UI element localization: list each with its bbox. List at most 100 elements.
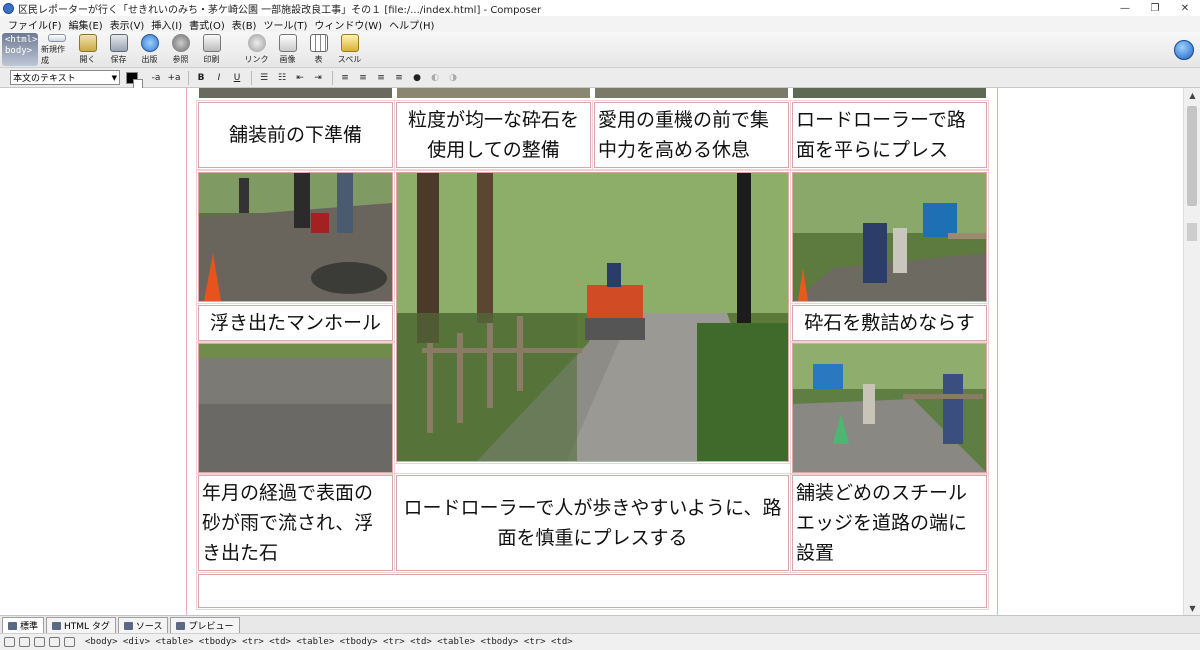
empty-table-row[interactable] <box>196 572 989 610</box>
table-icon <box>309 34 328 52</box>
underline-button[interactable]: U <box>229 71 245 85</box>
html-badge-line2: body> <box>5 46 33 56</box>
tab-html-tags-label: HTML タグ <box>64 622 110 632</box>
save-button-label: 保存 <box>110 55 127 64</box>
new-button[interactable]: 新規作成 <box>41 32 72 66</box>
caption-text: 年月の経過で表面の砂が雨で流され、浮き出た石 <box>202 482 374 564</box>
larger-font-button[interactable]: +a <box>166 71 182 85</box>
indent-button[interactable]: ⇥ <box>310 71 326 85</box>
caption-cell[interactable]: 舗装どめのスチールエッジを道路の端に設置 <box>790 473 989 573</box>
photo-cell[interactable] <box>790 341 989 475</box>
scroll-thumb[interactable] <box>1187 106 1197 206</box>
caption-cell[interactable]: 粒度が均一な砕石を使用しての整備 <box>394 100 593 170</box>
align-justify-button[interactable]: ≡ <box>391 71 407 85</box>
menu-format[interactable]: 書式(O) <box>189 17 225 32</box>
photo-partial-2 <box>397 88 590 98</box>
caption-cell[interactable]: ロードローラーで路面を平らにプレス <box>790 100 989 170</box>
send-backward-icon[interactable]: ◑ <box>445 71 461 85</box>
print-icon <box>202 34 221 52</box>
align-center-button[interactable]: ≡ <box>355 71 371 85</box>
chat-icon[interactable] <box>64 637 75 647</box>
menu-table[interactable]: 表(B) <box>232 17 257 32</box>
tab-normal[interactable]: 標準 <box>2 617 45 633</box>
throbber-globe-icon <box>1174 40 1194 60</box>
image-button-label: 画像 <box>279 55 296 64</box>
align-left-button[interactable]: ≡ <box>337 71 353 85</box>
caption-cell[interactable]: 浮き出たマンホール <box>196 303 395 343</box>
outdent-button[interactable]: ⇤ <box>292 71 308 85</box>
caption-cell[interactable]: 舗装前の下準備 <box>196 100 395 170</box>
caption-cell[interactable]: ロードローラーで人が歩きやすいように、路面を慎重にプレスする <box>394 473 791 573</box>
editor-canvas[interactable]: 舗装前の下準備 粒度が均一な砕石を使用しての整備 愛用の重機の前で集中力を高める… <box>0 88 1200 615</box>
caption-text: ロードローラーで路面を平らにプレス <box>796 109 966 161</box>
composer-app-icon <box>3 2 14 14</box>
close-button[interactable]: ✕ <box>1170 0 1200 16</box>
browse-button-label: 参照 <box>172 55 189 64</box>
save-button[interactable]: 保存 <box>103 32 134 66</box>
table-button[interactable]: 表 <box>303 32 334 66</box>
scroll-up-icon[interactable]: ▲ <box>1184 88 1200 102</box>
caption-text: 砕石を敷詰めならす <box>804 312 975 334</box>
photo-cell[interactable] <box>196 341 395 475</box>
absolute-position-icon[interactable]: ● <box>409 71 425 85</box>
caption-text: 舗装どめのスチールエッジを道路の端に設置 <box>796 482 968 564</box>
address-book-icon[interactable] <box>49 637 60 647</box>
tab-source[interactable]: ソース <box>117 617 169 633</box>
minimize-button[interactable]: — <box>1110 0 1140 16</box>
photo-cell-large[interactable] <box>394 170 791 464</box>
scroll-marker <box>1187 223 1197 241</box>
maximize-button[interactable]: ❐ <box>1140 0 1170 16</box>
menu-edit[interactable]: 編集(E) <box>69 17 103 32</box>
align-right-button[interactable]: ≡ <box>373 71 389 85</box>
photo-cell[interactable] <box>790 170 989 304</box>
format-toolbar: 本文のテキスト ▼ -a +a B I U ☰ ☷ ⇤ ⇥ ≡ ≡ ≡ ≡ ● … <box>0 68 1200 89</box>
text-color-picker[interactable] <box>126 71 143 89</box>
status-bar: <body> <div> <table> <tbody> <tr> <td> <… <box>0 633 1200 650</box>
bold-button[interactable]: B <box>193 71 209 85</box>
open-button[interactable]: 開く <box>72 32 103 66</box>
tag-path[interactable]: <body> <div> <table> <tbody> <tr> <td> <… <box>85 637 573 647</box>
caption-cell[interactable]: 年月の経過で表面の砂が雨で流され、浮き出た石 <box>196 473 395 573</box>
browse-button[interactable]: 参照 <box>165 32 196 66</box>
menu-window[interactable]: ウィンドウ(W) <box>314 17 382 32</box>
image-icon <box>278 34 297 52</box>
smaller-font-button[interactable]: -a <box>148 71 164 85</box>
numbered-list-button[interactable]: ☷ <box>274 71 290 85</box>
photo-workers-preparing <box>199 173 392 301</box>
menu-insert[interactable]: 挿入(I) <box>151 17 182 32</box>
menu-file[interactable]: ファイル(F) <box>8 17 62 32</box>
tab-html-tags[interactable]: HTML タグ <box>46 617 116 633</box>
edit-mode-tabs: 標準 HTML タグ ソース プレビュー <box>0 615 1200 633</box>
link-button-label: リンク <box>244 55 269 64</box>
paragraph-style-select[interactable]: 本文のテキスト ▼ <box>10 70 120 85</box>
menu-view[interactable]: 表示(V) <box>110 17 145 32</box>
tab-preview-label: プレビュー <box>188 622 234 632</box>
composer-icon[interactable] <box>34 637 45 647</box>
image-button[interactable]: 画像 <box>272 32 303 66</box>
print-button[interactable]: 印刷 <box>196 32 227 66</box>
caption-text: 浮き出たマンホール <box>209 312 381 334</box>
spell-check-icon <box>340 34 359 52</box>
publish-icon <box>140 34 159 52</box>
link-button[interactable]: リンク <box>241 32 272 66</box>
mail-icon[interactable] <box>19 637 30 647</box>
photo-partial-4 <box>793 88 986 98</box>
caption-text: 舗装前の下準備 <box>228 124 362 146</box>
caption-cell[interactable]: 砕石を敷詰めならす <box>790 303 989 343</box>
html-badge: <html> body> <box>2 33 38 66</box>
window-controls: — ❐ ✕ <box>1110 0 1200 16</box>
vertical-scrollbar[interactable]: ▲ ▼ <box>1183 88 1200 615</box>
save-icon <box>109 34 128 52</box>
caption-cell[interactable]: 愛用の重機の前で集中力を高める休息 <box>592 100 791 170</box>
publish-button[interactable]: 出版 <box>134 32 165 66</box>
bring-forward-icon[interactable]: ◐ <box>427 71 443 85</box>
italic-button[interactable]: I <box>211 71 227 85</box>
menu-tools[interactable]: ツール(T) <box>263 17 307 32</box>
menu-help[interactable]: ヘルプ(H) <box>389 17 434 32</box>
bullet-list-button[interactable]: ☰ <box>256 71 272 85</box>
spell-button[interactable]: スペル <box>334 32 365 66</box>
scroll-down-icon[interactable]: ▼ <box>1184 601 1200 615</box>
photo-cell[interactable] <box>196 170 395 304</box>
tab-preview[interactable]: プレビュー <box>170 617 240 633</box>
title-bar: 区民レポーターが行く「せきれいのみち・茅ケ崎公園 一部施設改良工事」その１ [f… <box>0 0 1200 16</box>
